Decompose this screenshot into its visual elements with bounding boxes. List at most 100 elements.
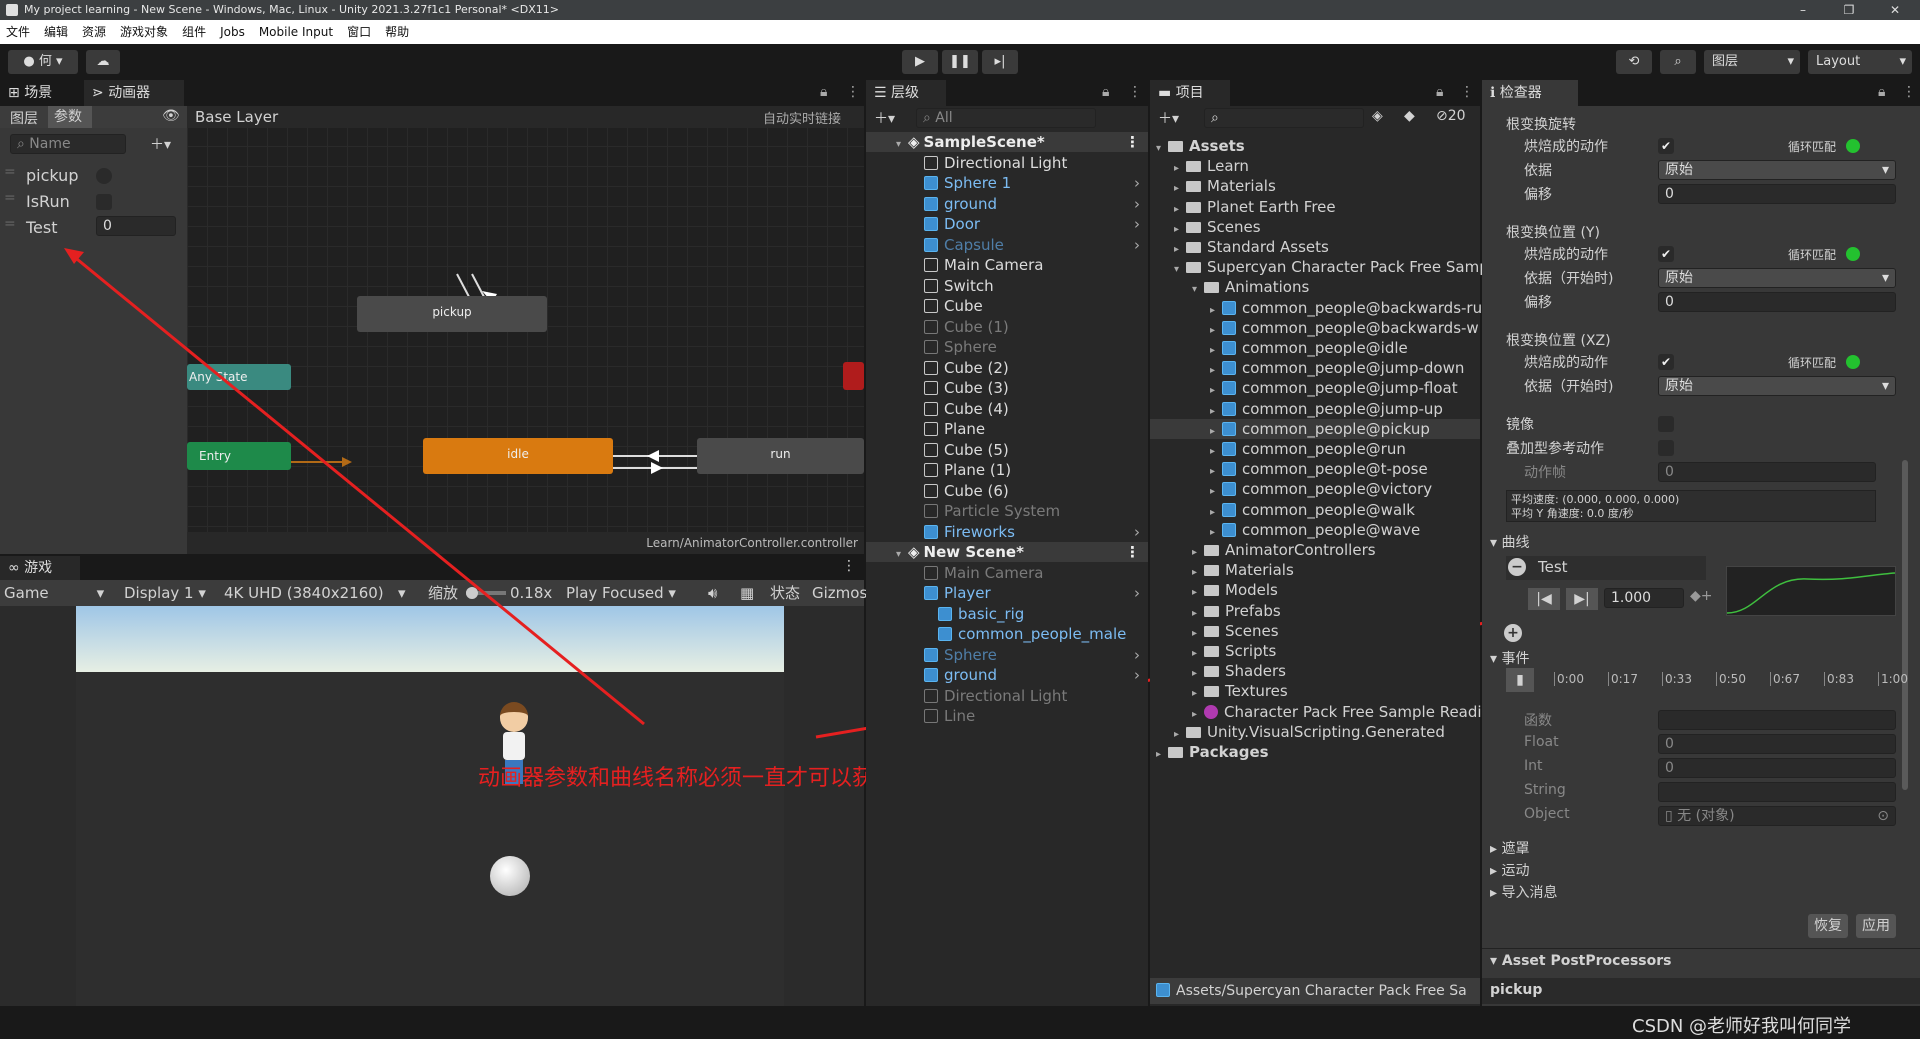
rot-bake-checkbox[interactable]: ✔	[1658, 138, 1674, 154]
float-param-input[interactable]: 0	[96, 216, 176, 236]
menu-item[interactable]: 窗口	[347, 25, 371, 39]
tab-parameters[interactable]: 参数	[48, 106, 92, 128]
pause-button[interactable]: ❚❚	[942, 50, 978, 74]
menu-item[interactable]: 帮助	[385, 25, 409, 39]
project-item[interactable]: ▸ common_people@wave	[1150, 520, 1480, 540]
state-node-exit[interactable]	[843, 362, 864, 390]
hierarchy-item[interactable]: Main Camera	[866, 563, 1148, 583]
resolution-dropdown[interactable]: 4K UHD (3840x2160) ▾	[224, 580, 406, 606]
history-icon[interactable]: ⟲	[1616, 50, 1652, 74]
hierarchy-item[interactable]: Switch	[866, 276, 1148, 296]
hierarchy-item[interactable]: Sphere 1 ›	[866, 173, 1148, 193]
project-item[interactable]: ▸ Standard Assets	[1150, 237, 1480, 257]
param-row[interactable]: = pickup	[0, 164, 187, 188]
hierarchy-item[interactable]: common_people_male	[866, 624, 1148, 644]
curve-name[interactable]: Test	[1538, 558, 1568, 576]
filter-type-icon[interactable]: ◈	[1372, 108, 1383, 124]
tab-layers[interactable]: 图层	[10, 108, 38, 128]
tab-animator[interactable]: ⋗ 动画器	[84, 80, 184, 106]
state-node-any-state[interactable]: Any State	[187, 364, 291, 390]
gizmos-button[interactable]: Gizmos	[812, 580, 867, 606]
account-button[interactable]: ● 何 ▾	[8, 50, 78, 74]
hierarchy-add-button[interactable]: ＋▾	[874, 108, 895, 128]
hierarchy-item[interactable]: ground ›	[866, 665, 1148, 685]
layers-dropdown[interactable]: 图层 ▾	[1704, 50, 1800, 74]
state-node-entry[interactable]: Entry	[187, 442, 291, 470]
tab-inspector[interactable]: ℹ 检查器	[1482, 80, 1578, 106]
hierarchy-item[interactable]: Line	[866, 706, 1148, 726]
events-foldout[interactable]: ▾ 事件	[1490, 648, 1529, 668]
hierarchy-item[interactable]: ground ›	[866, 194, 1148, 214]
chevron-right-icon[interactable]: ›	[1134, 583, 1140, 603]
game-viewport[interactable]	[0, 606, 864, 1006]
xz-bake-checkbox[interactable]: ✔	[1658, 354, 1674, 370]
project-item[interactable]: ▸ common_people@pickup	[1150, 418, 1480, 439]
project-item[interactable]: ▸ Materials	[1150, 560, 1480, 580]
hierarchy-item[interactable]: Cube (6)	[866, 481, 1148, 501]
hierarchy-item[interactable]: Plane (1)	[866, 460, 1148, 480]
hierarchy-item[interactable]: Cube (1)	[866, 317, 1148, 337]
scene-more-icon[interactable]: ⋮	[1125, 132, 1140, 152]
prev-key-button[interactable]: |◀	[1528, 588, 1560, 610]
project-item[interactable]: ▸ common_people@run	[1150, 439, 1480, 459]
stats-button[interactable]: 状态	[770, 580, 800, 606]
hierarchy-item[interactable]: Cube (3)	[866, 378, 1148, 398]
drag-handle-icon[interactable]: =	[4, 216, 16, 232]
expand-arrow-icon[interactable]: ▸	[1156, 745, 1168, 765]
next-key-button[interactable]: ▶|	[1566, 588, 1598, 610]
chevron-right-icon[interactable]: ›	[1134, 173, 1140, 193]
inspector-scrollbar[interactable]	[1902, 460, 1908, 790]
project-item[interactable]: ▸ Scripts	[1150, 641, 1480, 661]
curve-value-input[interactable]: 1.000	[1604, 588, 1684, 608]
hierarchy-item[interactable]: Cube (5)	[866, 440, 1148, 460]
hierarchy-item[interactable]: Cube	[866, 296, 1148, 316]
project-item[interactable]: ▸ Packages	[1150, 742, 1480, 762]
scene-row[interactable]: ▾ ◈ New Scene* ⋮	[866, 542, 1148, 562]
int-input[interactable]: 0	[1658, 758, 1896, 778]
menu-item[interactable]: Mobile Input	[259, 25, 333, 39]
project-item[interactable]: ▾ Assets	[1150, 136, 1480, 156]
scene-row[interactable]: ▾ ◈ SampleScene* ⋮	[866, 132, 1148, 152]
project-item[interactable]: ▸ Character Pack Free Sample Readi	[1150, 702, 1482, 722]
project-item[interactable]: ▸ common_people@victory	[1150, 479, 1480, 499]
hierarchy-item[interactable]: Plane	[866, 419, 1148, 439]
project-lock-icon[interactable]: 🔒︎	[1436, 84, 1443, 100]
add-curve-icon[interactable]: +	[1504, 624, 1522, 642]
y-offset-input[interactable]: 0	[1658, 292, 1896, 312]
hierarchy-item[interactable]: Cube (4)	[866, 399, 1148, 419]
param-search-input[interactable]: ⌕ Name	[10, 134, 126, 154]
hierarchy-item[interactable]: Particle System	[866, 501, 1148, 521]
project-item[interactable]: ▸ Planet Earth Free	[1150, 197, 1480, 217]
hierarchy-item[interactable]: Directional Light	[866, 686, 1148, 706]
project-item[interactable]: ▸ Scenes	[1150, 217, 1480, 237]
chevron-right-icon[interactable]: ›	[1134, 194, 1140, 214]
project-add-button[interactable]: ＋▾	[1158, 108, 1179, 128]
inspector-lock-icon[interactable]: 🔒︎	[1878, 84, 1885, 100]
tab-hierarchy[interactable]: ☰ 层级	[866, 80, 946, 106]
project-item[interactable]: ▸ common_people@backwards-w	[1150, 318, 1480, 338]
import-messages-foldout[interactable]: ▸ 导入消息	[1490, 882, 1557, 902]
filter-label-icon[interactable]: ◆	[1404, 108, 1415, 124]
project-more-icon[interactable]: ⋮	[1460, 84, 1474, 100]
hierarchy-item[interactable]: basic_rig	[866, 604, 1148, 624]
revert-button[interactable]: 恢复	[1808, 914, 1848, 938]
hierarchy-item[interactable]: Sphere ›	[866, 645, 1148, 665]
grid-icon[interactable]: ▦	[740, 580, 754, 606]
play-button[interactable]: ▶	[902, 50, 938, 74]
hierarchy-item[interactable]: Main Camera	[866, 255, 1148, 275]
chevron-right-icon[interactable]: ›	[1134, 665, 1140, 685]
game-more-icon[interactable]: ⋮	[842, 558, 856, 574]
postprocessors-section[interactable]: ▾ Asset PostProcessors	[1482, 948, 1920, 972]
rot-offset-input[interactable]: 0	[1658, 184, 1896, 204]
chevron-right-icon[interactable]: ›	[1134, 235, 1140, 255]
project-item[interactable]: ▸ Learn	[1150, 156, 1480, 176]
project-item[interactable]: ▸ common_people@jump-up	[1150, 399, 1480, 419]
hierarchy-search-input[interactable]: ⌕ All	[916, 108, 1096, 128]
hierarchy-item[interactable]: Fireworks ›	[866, 522, 1148, 542]
project-item[interactable]: ▸ common_people@idle	[1150, 338, 1480, 358]
scale-slider-thumb[interactable]	[466, 587, 478, 599]
curve-graph[interactable]	[1726, 566, 1896, 616]
project-item[interactable]: ▸ AnimatorControllers	[1150, 540, 1480, 560]
eye-icon[interactable]: 👁︎	[162, 108, 180, 124]
minimize-button[interactable]: –	[1780, 0, 1826, 20]
